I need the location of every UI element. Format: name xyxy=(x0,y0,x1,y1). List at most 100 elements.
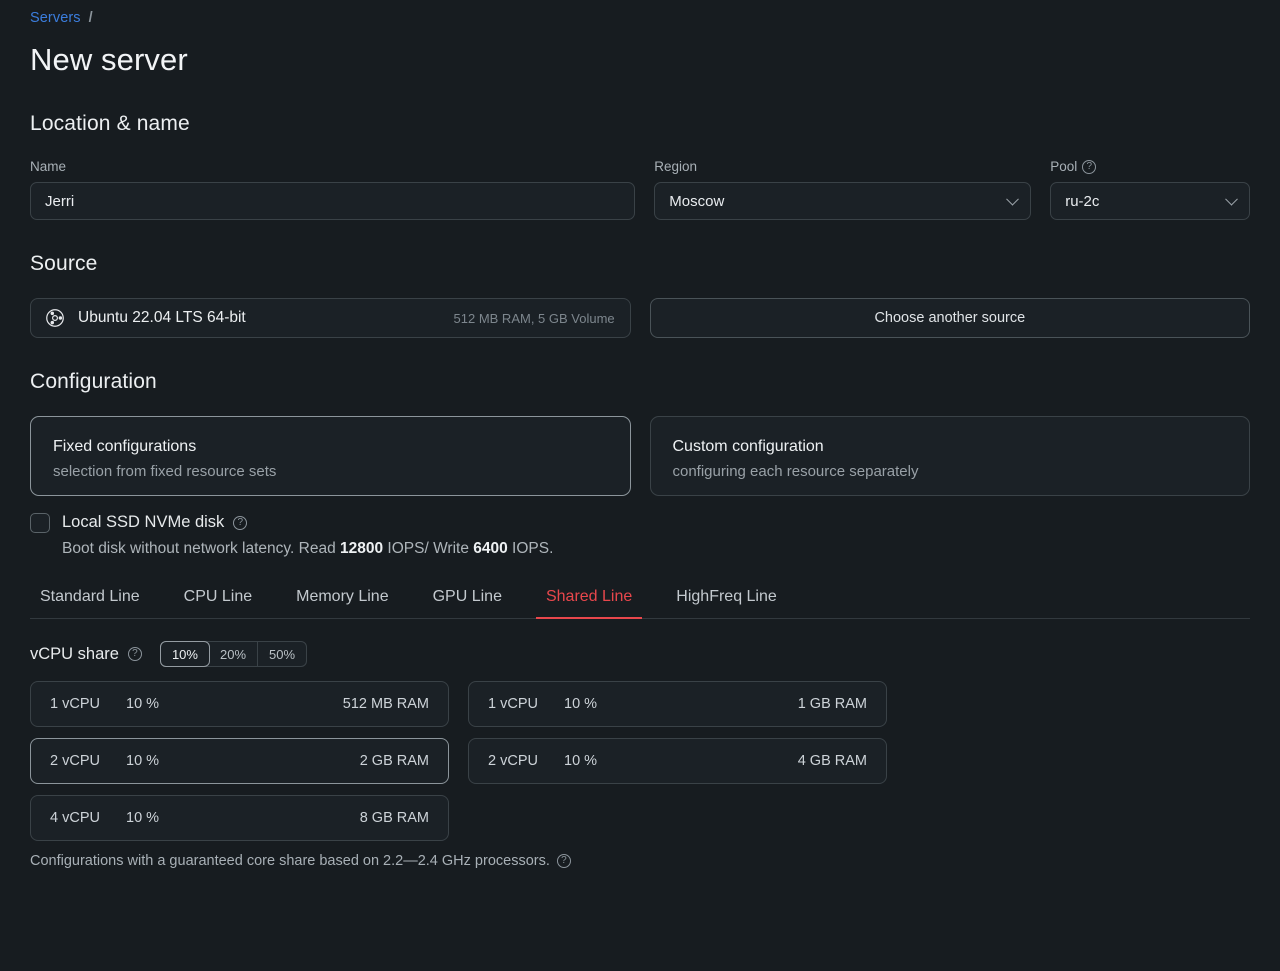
vcpu-share-label: vCPU share xyxy=(30,644,119,663)
plan-ram: 1 GB RAM xyxy=(797,696,867,712)
plan-ram: 4 GB RAM xyxy=(797,753,867,769)
tab-cpu-line-label: CPU Line xyxy=(183,588,253,605)
plan-card[interactable]: 2 vCPU 10 % 2 GB RAM xyxy=(30,738,449,784)
plan-card[interactable]: 4 vCPU 10 % 8 GB RAM xyxy=(30,795,449,841)
ssd-desc-middle: IOPS/ Write xyxy=(383,540,474,557)
ssd-write-iops: 6400 xyxy=(473,540,508,557)
tab-memory-line[interactable]: Memory Line xyxy=(286,582,398,618)
plan-share: 10 % xyxy=(564,696,598,712)
ssd-desc-prefix: Boot disk without network latency. Read xyxy=(62,540,340,557)
plan-cpu: 2 vCPU xyxy=(488,753,538,769)
configuration-options-row: Fixed configurations selection from fixe… xyxy=(30,416,1250,496)
plan-ram: 2 GB RAM xyxy=(359,753,429,769)
source-os-name: Ubuntu 22.04 LTS 64-bit xyxy=(78,309,246,326)
local-ssd-block: Local SSD NVMe disk ? Boot disk without … xyxy=(30,513,1250,560)
ssd-read-iops: 12800 xyxy=(340,540,384,557)
tab-shared-line[interactable]: Shared Line xyxy=(535,582,643,619)
chevron-down-icon xyxy=(1225,192,1238,206)
help-icon[interactable]: ? xyxy=(233,515,248,530)
local-ssd-description: Boot disk without network latency. Read … xyxy=(62,538,553,560)
new-server-page: Servers / New server Location & name Name… xyxy=(0,0,1280,971)
section-source: Source Ubuntu 22.04 LTS 64-bit 512 MB RA… xyxy=(30,252,1250,338)
breadcrumb-link-servers[interactable]: Servers xyxy=(30,10,81,26)
help-icon[interactable]: ? xyxy=(1082,160,1097,174)
tab-shared-line-label: Shared Line xyxy=(545,588,633,605)
region-field-group: Region Moscow xyxy=(654,158,1032,220)
vcpu-share-option-20[interactable]: 20% xyxy=(209,642,259,666)
pool-field-label: Pool ? xyxy=(1050,158,1250,176)
plan-cpu: 4 vCPU xyxy=(50,810,100,826)
vcpu-share-option-10-label: 10% xyxy=(171,646,198,662)
configuration-footnote: Configurations with a guaranteed core sh… xyxy=(30,853,1250,869)
tab-highfreq-line[interactable]: HighFreq Line xyxy=(666,582,787,618)
vcpu-share-row: vCPU share ? 10% 20% 50% xyxy=(30,641,1250,667)
pool-field-group: Pool ? ru-2c xyxy=(1050,158,1250,220)
plan-card[interactable]: 1 vCPU 10 % 1 GB RAM xyxy=(468,681,887,727)
breadcrumb: Servers / xyxy=(30,0,1250,28)
plan-share: 10 % xyxy=(126,753,160,769)
vcpu-share-option-10[interactable]: 10% xyxy=(159,641,210,667)
region-label-text: Region xyxy=(654,159,698,174)
name-label-text: Name xyxy=(30,159,67,174)
help-icon[interactable]: ? xyxy=(556,854,571,868)
pool-select[interactable]: ru-2c xyxy=(1050,182,1250,220)
name-input-wrapper[interactable]: Jerri xyxy=(30,182,636,220)
section-title-location: Location & name xyxy=(30,112,190,135)
plan-cpu: 2 vCPU xyxy=(50,753,100,769)
vcpu-share-option-50[interactable]: 50% xyxy=(258,642,306,666)
ssd-desc-suffix: IOPS. xyxy=(507,540,554,557)
config-option-custom-title: Custom configuration xyxy=(672,438,824,455)
choose-another-source-label: Choose another source xyxy=(874,310,1026,326)
plan-cpu: 1 vCPU xyxy=(488,696,538,712)
section-location-name: Location & name Name Jerri Region Moscow xyxy=(30,112,1250,220)
source-row: Ubuntu 22.04 LTS 64-bit 512 MB RAM, 5 GB… xyxy=(30,298,1250,338)
tab-highfreq-line-label: HighFreq Line xyxy=(676,588,777,605)
configuration-footnote-text: Configurations with a guaranteed core sh… xyxy=(30,853,550,869)
region-selected-value: Moscow xyxy=(669,192,725,210)
config-option-fixed-subtitle: selection from fixed resource sets xyxy=(53,463,277,480)
section-title-source: Source xyxy=(30,252,98,275)
tab-memory-line-label: Memory Line xyxy=(296,588,389,605)
tab-standard-line[interactable]: Standard Line xyxy=(30,582,150,618)
section-configuration: Configuration Fixed configurations selec… xyxy=(30,370,1250,869)
local-ssd-label-row: Local SSD NVMe disk ? xyxy=(62,513,553,532)
config-option-fixed-title: Fixed configurations xyxy=(53,438,197,455)
tab-standard-line-label: Standard Line xyxy=(40,588,140,605)
help-icon[interactable]: ? xyxy=(127,647,142,661)
source-os-meta: 512 MB RAM, 5 GB Volume xyxy=(453,310,615,326)
pool-label-text: Pool xyxy=(1050,159,1078,174)
vcpu-share-option-50-label: 50% xyxy=(269,646,296,662)
tab-gpu-line-label: GPU Line xyxy=(432,588,502,605)
name-field-group: Name Jerri xyxy=(30,158,636,220)
plan-card[interactable]: 2 vCPU 10 % 4 GB RAM xyxy=(468,738,887,784)
name-input-value[interactable]: Jerri xyxy=(45,193,74,210)
region-select[interactable]: Moscow xyxy=(654,182,1032,220)
pool-selected-value: ru-2c xyxy=(1065,192,1100,210)
name-field-label: Name xyxy=(30,158,635,176)
plan-card[interactable]: 1 vCPU 10 % 512 MB RAM xyxy=(30,681,449,727)
line-tabs: Standard Line CPU Line Memory Line GPU L… xyxy=(30,582,1250,619)
local-ssd-label: Local SSD NVMe disk xyxy=(62,513,225,531)
vcpu-share-label-group: vCPU share ? xyxy=(30,645,142,664)
source-current-card[interactable]: Ubuntu 22.04 LTS 64-bit 512 MB RAM, 5 GB… xyxy=(30,298,631,338)
local-ssd-checkbox[interactable] xyxy=(30,513,50,533)
plan-share: 10 % xyxy=(126,810,160,826)
config-option-custom[interactable]: Custom configuration configuring each re… xyxy=(649,416,1250,496)
plan-ram: 8 GB RAM xyxy=(359,810,429,826)
tab-gpu-line[interactable]: GPU Line xyxy=(423,582,512,618)
plan-share: 10 % xyxy=(126,696,160,712)
section-title-configuration: Configuration xyxy=(30,370,157,393)
region-field-label: Region xyxy=(654,158,1031,176)
config-option-fixed[interactable]: Fixed configurations selection from fixe… xyxy=(30,416,631,496)
chevron-down-icon xyxy=(1006,192,1020,206)
plan-ram: 512 MB RAM xyxy=(342,696,429,712)
plan-share: 10 % xyxy=(564,753,598,769)
choose-another-source-button[interactable]: Choose another source xyxy=(649,298,1250,338)
location-fields-row: Name Jerri Region Moscow Pool ? ru-2c xyxy=(30,158,1250,220)
local-ssd-text-block: Local SSD NVMe disk ? Boot disk without … xyxy=(62,513,553,560)
config-option-custom-subtitle: configuring each resource separately xyxy=(672,463,919,480)
breadcrumb-separator: / xyxy=(88,10,93,26)
tab-cpu-line[interactable]: CPU Line xyxy=(174,582,262,618)
vcpu-share-option-20-label: 20% xyxy=(219,646,247,662)
plan-cpu: 1 vCPU xyxy=(50,696,100,712)
